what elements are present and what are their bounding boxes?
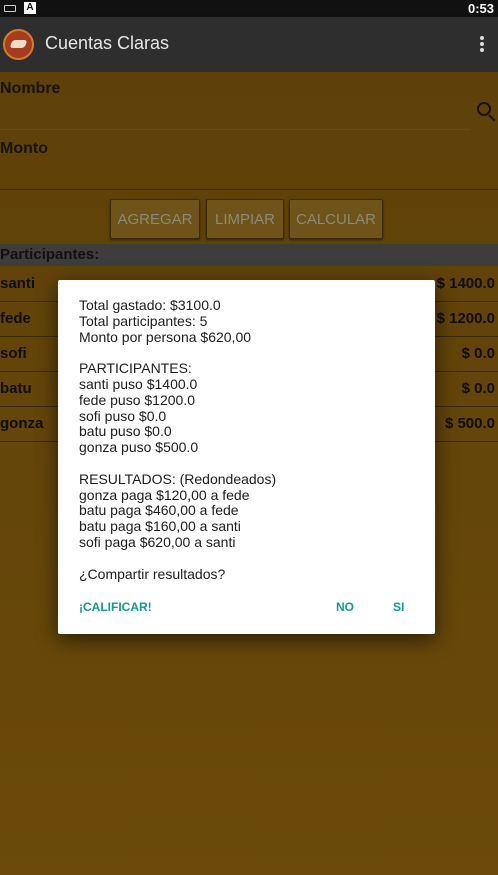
si-button[interactable]: SI — [393, 600, 404, 614]
dialog-line — [79, 456, 419, 472]
dialog-line: Total gastado: $3100.0 — [79, 297, 221, 313]
results-dialog: Total gastado: $3100.0 Total participant… — [58, 280, 435, 634]
dialog-line: ¿Compartir resultados? — [79, 565, 226, 582]
dialog-line: gonza paga $120,00 a fede — [79, 486, 250, 503]
dialog-line: Monto por persona $620,00 — [79, 328, 252, 345]
dialog-line: fede puso $1200.0 — [79, 391, 195, 408]
dialog-line: PARTICIPANTES: — [79, 360, 192, 377]
dialog-line: gonza puso $500.0 — [79, 439, 199, 456]
dialog-line: Total participantes: 5 — [79, 312, 208, 329]
no-button[interactable]: NO — [336, 600, 354, 614]
dialog-line: batu puso $0.0 — [79, 423, 172, 440]
dialog-message: Total gastado: $3100.0 Total participant… — [79, 297, 419, 582]
dialog-line — [79, 551, 419, 567]
dialog-line: sofi puso $0.0 — [79, 407, 167, 424]
dialog-line: RESULTADOS: (Redondeados) — [79, 470, 277, 487]
dialog-line: santi puso $1400.0 — [79, 375, 198, 392]
dialog-line: batu paga $160,00 a santi — [79, 518, 241, 535]
dialog-line: sofi paga $620,00 a santi — [79, 533, 236, 550]
calificar-button[interactable]: ¡CALIFICAR! — [79, 600, 152, 614]
dialog-line: batu paga $460,00 a fede — [79, 502, 239, 519]
dialog-line — [79, 345, 419, 361]
